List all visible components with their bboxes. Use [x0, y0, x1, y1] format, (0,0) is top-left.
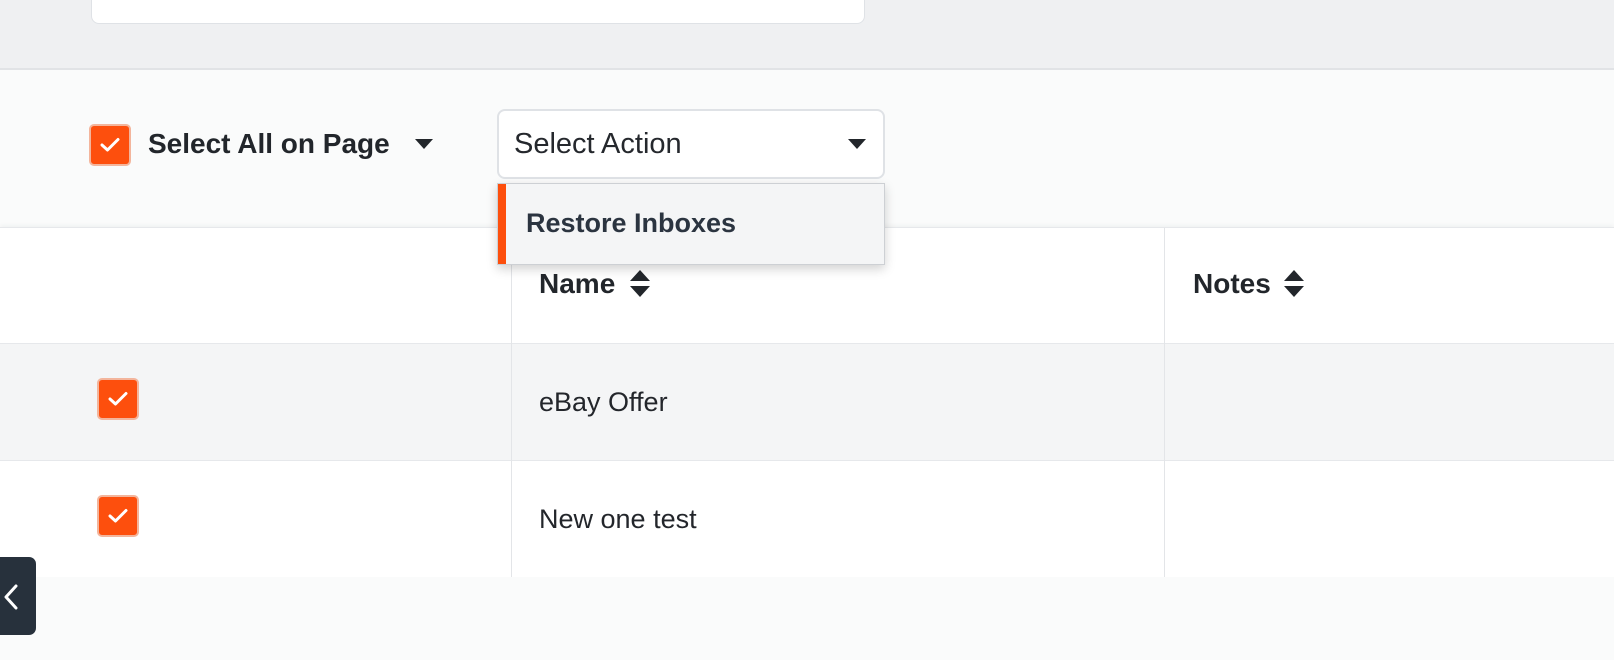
chevron-left-icon	[4, 584, 18, 610]
select-all-checkbox[interactable]	[89, 124, 131, 166]
select-all-label[interactable]: Select All on Page	[148, 128, 390, 160]
row-name: New one test	[539, 504, 697, 534]
column-divider	[511, 228, 512, 577]
row-name: eBay Offer	[539, 387, 668, 417]
inbox-table: Name Notes eBay Offer New one test	[0, 227, 1614, 577]
caret-down-icon	[848, 139, 866, 149]
select-action-dropdown[interactable]: Select Action	[497, 109, 885, 179]
select-action-value: Select Action	[514, 128, 682, 160]
table-row[interactable]: New one test	[0, 461, 1614, 577]
collapse-sidebar-button[interactable]	[0, 557, 36, 635]
column-header-name[interactable]: Name	[539, 268, 615, 300]
caret-down-icon[interactable]	[415, 139, 433, 149]
table-row[interactable]: eBay Offer	[0, 344, 1614, 461]
check-icon	[108, 392, 128, 406]
sort-icon[interactable]	[1284, 270, 1304, 298]
filter-card	[91, 0, 865, 24]
check-icon	[108, 509, 128, 523]
top-panel	[0, 0, 1614, 70]
row-checkbox[interactable]	[97, 495, 139, 537]
column-header-notes[interactable]: Notes	[1193, 268, 1271, 300]
column-divider	[1164, 228, 1165, 577]
menu-item-label: Restore Inboxes	[526, 208, 737, 238]
check-icon	[100, 138, 120, 152]
sort-icon[interactable]	[630, 270, 650, 298]
menu-item-restore-inboxes[interactable]: Restore Inboxes	[498, 184, 884, 264]
row-checkbox[interactable]	[97, 378, 139, 420]
select-action-menu: Restore Inboxes	[497, 183, 885, 265]
